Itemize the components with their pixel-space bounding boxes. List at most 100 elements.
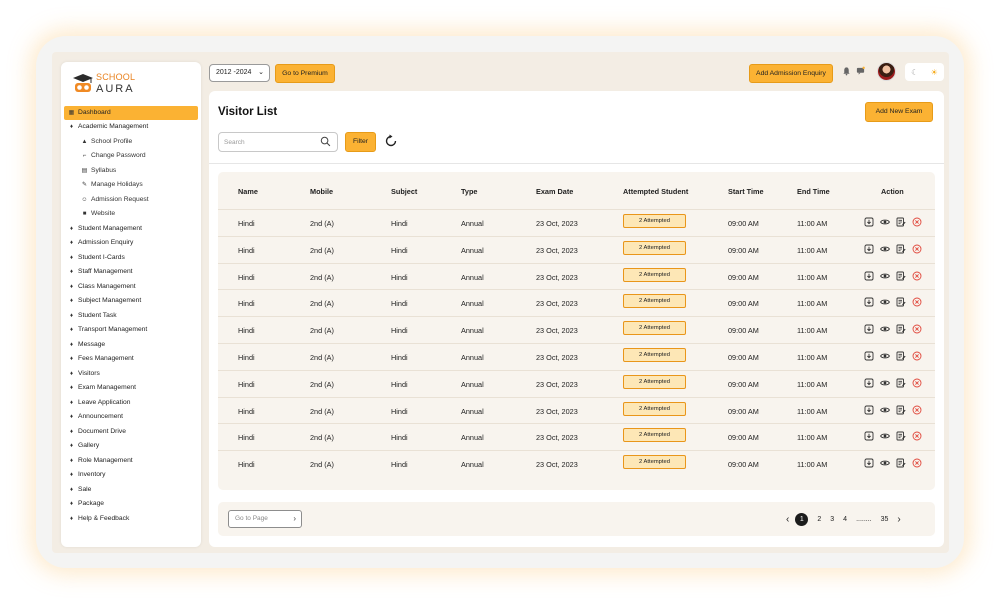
eye-icon[interactable] (880, 271, 890, 281)
page-button[interactable]: 1 (795, 512, 809, 526)
eye-icon[interactable] (880, 405, 890, 415)
sidebar-item-help-feedback[interactable]: ♦ Help & Feedback (64, 512, 198, 527)
delete-icon[interactable] (912, 297, 922, 307)
filter-button[interactable]: Filter (345, 132, 376, 152)
eye-icon[interactable] (880, 431, 890, 441)
download-icon[interactable] (864, 324, 874, 334)
edit-icon[interactable] (896, 431, 906, 441)
table-row[interactable]: Hindi 2nd (A) Hindi Annual 23 Oct, 2023 2 Att… (218, 450, 935, 477)
edit-icon[interactable] (896, 378, 906, 388)
moon-icon[interactable]: ☾ (911, 68, 918, 77)
academic-year-select[interactable]: 2012 -2024 ⌄ (209, 64, 270, 82)
delete-icon[interactable] (912, 458, 922, 468)
sidebar-item-role-management[interactable]: ♦ Role Management (64, 454, 198, 469)
column-header-mobile[interactable]: Mobile (310, 187, 333, 196)
page-button[interactable]: 35 (881, 516, 889, 523)
chevron-right-icon[interactable]: › (897, 514, 900, 525)
sidebar-item-student-task[interactable]: ♦ Student Task (64, 309, 198, 324)
theme-toggle[interactable]: ☾ ☀ (905, 63, 944, 81)
table-row[interactable]: Hindi 2nd (A) Hindi Annual 23 Oct, 2023 2 Att… (218, 235, 935, 263)
download-icon[interactable] (864, 351, 874, 361)
download-icon[interactable] (864, 297, 874, 307)
sidebar-item-transport-management[interactable]: ♦ Transport Management (64, 323, 198, 338)
table-row[interactable]: Hindi 2nd (A) Hindi Annual 23 Oct, 2023 2 Att… (218, 209, 935, 236)
download-icon[interactable] (864, 217, 874, 227)
download-icon[interactable] (864, 405, 874, 415)
sun-icon[interactable]: ☀ (931, 68, 938, 77)
edit-icon[interactable] (896, 351, 906, 361)
download-icon[interactable] (864, 458, 874, 468)
delete-icon[interactable] (912, 217, 922, 227)
eye-icon[interactable] (880, 378, 890, 388)
go-to-premium-button[interactable]: Go to Premium (275, 64, 335, 83)
column-header-attempted-student[interactable]: Attempted Student (623, 187, 688, 196)
page-button[interactable]: 3 (830, 516, 834, 523)
sidebar-item-admission-request[interactable]: ☺ Admission Request (64, 193, 198, 208)
add-admission-enquiry-button[interactable]: Add Admission Enquiry (749, 64, 833, 83)
sidebar-item-sale[interactable]: ♦ Sale (64, 483, 198, 498)
edit-icon[interactable] (896, 244, 906, 254)
sidebar-item-academic-management[interactable]: ♦ Academic Management (64, 120, 198, 135)
sidebar-item-admission-enquiry[interactable]: ♦ Admission Enquiry (64, 236, 198, 251)
sidebar-item-visitors[interactable]: ♦ Visitors (64, 367, 198, 382)
search-box[interactable] (218, 132, 338, 152)
delete-icon[interactable] (912, 271, 922, 281)
sidebar-item-gallery[interactable]: ♦ Gallery (64, 439, 198, 454)
download-icon[interactable] (864, 431, 874, 441)
sidebar-item-student-management[interactable]: ♦ Student Management (64, 222, 198, 237)
column-header-type[interactable]: Type (461, 187, 478, 196)
column-header-action[interactable]: Action (881, 187, 904, 196)
delete-icon[interactable] (912, 405, 922, 415)
sidebar-item-manage-holidays[interactable]: ✎ Manage Holidays (64, 178, 198, 193)
column-header-exam-date[interactable]: Exam Date (536, 187, 573, 196)
eye-icon[interactable] (880, 217, 890, 227)
eye-icon[interactable] (880, 351, 890, 361)
sidebar-item-package[interactable]: ♦ Package (64, 497, 198, 512)
sidebar-item-dashboard[interactable]: ▦ Dashboard (64, 106, 198, 120)
table-row[interactable]: Hindi 2nd (A) Hindi Annual 23 Oct, 2023 2 Att… (218, 369, 935, 397)
sidebar-item-school-profile[interactable]: ▲ School Profile (64, 135, 198, 150)
sidebar-item-message[interactable]: ♦ Message (64, 338, 198, 353)
edit-icon[interactable] (896, 324, 906, 334)
sidebar-item-leave-application[interactable]: ♦ Leave Application (64, 396, 198, 411)
eye-icon[interactable] (880, 458, 890, 468)
column-header-subject[interactable]: Subject (391, 187, 417, 196)
edit-icon[interactable] (896, 271, 906, 281)
school-aura-logo[interactable]: SCHOOL AURA (71, 70, 141, 100)
column-header-end-time[interactable]: End Time (797, 187, 830, 196)
add-new-exam-button[interactable]: Add New Exam (865, 102, 933, 122)
user-avatar[interactable] (877, 62, 896, 81)
eye-icon[interactable] (880, 324, 890, 334)
page-button[interactable]: 4 (843, 516, 847, 523)
sidebar-item-change-password[interactable]: ⌐ Change Password (64, 149, 198, 164)
table-row[interactable]: Hindi 2nd (A) Hindi Annual 23 Oct, 2023 2 Att… (218, 262, 935, 290)
sidebar-item-syllabus[interactable]: ▤ Syllabus (64, 164, 198, 179)
download-icon[interactable] (864, 271, 874, 281)
table-row[interactable]: Hindi 2nd (A) Hindi Annual 23 Oct, 2023 2 Att… (218, 343, 935, 370)
column-header-start-time[interactable]: Start Time (728, 187, 764, 196)
chat-icon[interactable] (856, 66, 865, 76)
chevron-left-icon[interactable]: ‹ (786, 514, 789, 525)
eye-icon[interactable] (880, 244, 890, 254)
table-row[interactable]: Hindi 2nd (A) Hindi Annual 23 Oct, 2023 2 Att… (218, 423, 935, 450)
sidebar-item-inventory[interactable]: ♦ Inventory (64, 468, 198, 483)
sidebar-item-staff-management[interactable]: ♦ Staff Management (64, 265, 198, 280)
delete-icon[interactable] (912, 244, 922, 254)
chevron-right-icon[interactable]: › (293, 511, 296, 527)
page-button[interactable]: 2 (817, 516, 821, 523)
sidebar-item-fees-management[interactable]: ♦ Fees Management (64, 352, 198, 367)
bell-icon[interactable] (842, 66, 851, 76)
table-row[interactable]: Hindi 2nd (A) Hindi Annual 23 Oct, 2023 2 Att… (218, 396, 935, 424)
delete-icon[interactable] (912, 351, 922, 361)
sidebar-item-document-drive[interactable]: ♦ Document Drive (64, 425, 198, 440)
search-icon[interactable] (320, 136, 331, 147)
go-to-page-input[interactable]: Go to Page › (228, 510, 302, 528)
edit-icon[interactable] (896, 405, 906, 415)
sidebar-item-student-i-cards[interactable]: ♦ Student I-Cards (64, 251, 198, 266)
edit-icon[interactable] (896, 297, 906, 307)
edit-icon[interactable] (896, 458, 906, 468)
sidebar-item-subject-management[interactable]: ♦ Subject Management (64, 294, 198, 309)
column-header-name[interactable]: Name (238, 187, 258, 196)
table-row[interactable]: Hindi 2nd (A) Hindi Annual 23 Oct, 2023 2 Att… (218, 316, 935, 343)
table-row[interactable]: Hindi 2nd (A) Hindi Annual 23 Oct, 2023 2 Att… (218, 289, 935, 316)
